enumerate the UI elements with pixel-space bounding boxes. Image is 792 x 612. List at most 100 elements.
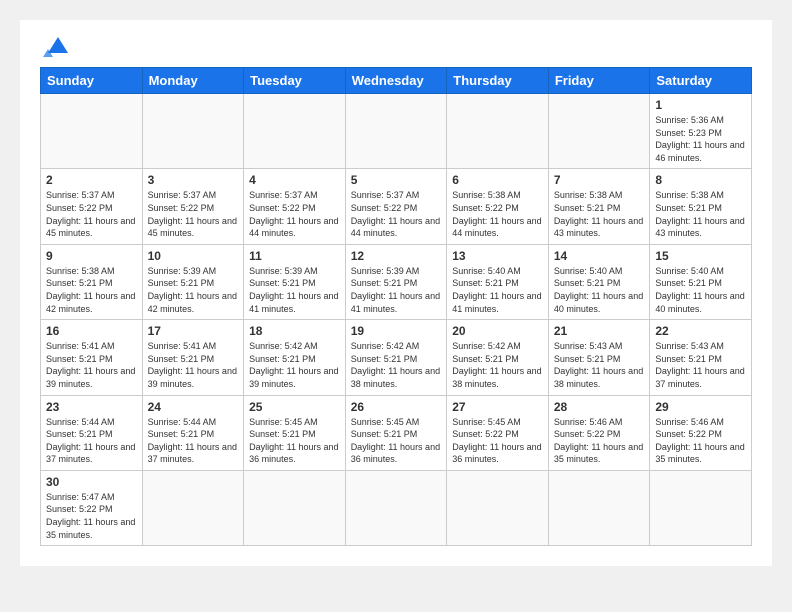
- calendar-cell: 13 Sunrise: 5:40 AM Sunset: 5:21 PM Dayli…: [447, 244, 549, 319]
- weekday-header-monday: Monday: [142, 68, 244, 94]
- calendar-cell: 8Sunrise: 5:38 AM Sunset: 5:21 PM Daylig…: [650, 169, 752, 244]
- day-number: 28: [554, 400, 645, 414]
- calendar-cell: [447, 94, 549, 169]
- calendar-week-3: 9 Sunrise: 5:38 AM Sunset: 5:21 PM Daylig…: [41, 244, 752, 319]
- day-info: Sunrise: 5:40 AM Sunset: 5:21 PM Dayligh…: [655, 265, 746, 315]
- calendar-week-1: 1 Sunrise: 5:36 AM Sunset: 5:23 PM Daylig…: [41, 94, 752, 169]
- calendar-cell: [142, 470, 244, 545]
- day-info: Sunrise: 5:38 AM Sunset: 5:21 PM Dayligh…: [554, 189, 645, 239]
- day-number: 17: [148, 324, 239, 338]
- calendar-cell: 24 Sunrise: 5:44 AM Sunset: 5:21 PM Dayli…: [142, 395, 244, 470]
- calendar-table: SundayMondayTuesdayWednesdayThursdayFrid…: [40, 67, 752, 546]
- day-info: Sunrise: 5:39 AM Sunset: 5:21 PM Dayligh…: [148, 265, 239, 315]
- calendar-cell: 25 Sunrise: 5:45 AM Sunset: 5:21 PM Dayli…: [244, 395, 346, 470]
- weekday-header-thursday: Thursday: [447, 68, 549, 94]
- calendar-cell: [244, 94, 346, 169]
- calendar-cell: 12 Sunrise: 5:39 AM Sunset: 5:21 PM Dayli…: [345, 244, 447, 319]
- day-number: 15: [655, 249, 746, 263]
- day-number: 12: [351, 249, 442, 263]
- day-info: Sunrise: 5:47 AM Sunset: 5:22 PM Dayligh…: [46, 491, 137, 541]
- calendar-cell: 10 Sunrise: 5:39 AM Sunset: 5:21 PM Dayli…: [142, 244, 244, 319]
- calendar-cell: 3 Sunrise: 5:37 AM Sunset: 5:22 PM Daylig…: [142, 169, 244, 244]
- calendar-cell: [41, 94, 143, 169]
- calendar-cell: [244, 470, 346, 545]
- day-number: 24: [148, 400, 239, 414]
- day-number: 7: [554, 173, 645, 187]
- logo-icon: [43, 35, 73, 57]
- calendar-cell: 2Sunrise: 5:37 AM Sunset: 5:22 PM Daylig…: [41, 169, 143, 244]
- calendar-cell: 16 Sunrise: 5:41 AM Sunset: 5:21 PM Dayli…: [41, 320, 143, 395]
- day-number: 6: [452, 173, 543, 187]
- logo-text: [40, 35, 73, 57]
- day-number: 13: [452, 249, 543, 263]
- calendar-cell: 28Sunrise: 5:46 AM Sunset: 5:22 PM Dayli…: [548, 395, 650, 470]
- weekday-header-wednesday: Wednesday: [345, 68, 447, 94]
- calendar-week-4: 16 Sunrise: 5:41 AM Sunset: 5:21 PM Dayli…: [41, 320, 752, 395]
- calendar-cell: 11 Sunrise: 5:39 AM Sunset: 5:21 PM Dayli…: [244, 244, 346, 319]
- day-number: 25: [249, 400, 340, 414]
- calendar-cell: [447, 470, 549, 545]
- calendar-cell: 7 Sunrise: 5:38 AM Sunset: 5:21 PM Daylig…: [548, 169, 650, 244]
- calendar-cell: 15 Sunrise: 5:40 AM Sunset: 5:21 PM Dayli…: [650, 244, 752, 319]
- day-info: Sunrise: 5:37 AM Sunset: 5:22 PM Dayligh…: [148, 189, 239, 239]
- day-info: Sunrise: 5:44 AM Sunset: 5:21 PM Dayligh…: [46, 416, 137, 466]
- calendar-cell: 14 Sunrise: 5:40 AM Sunset: 5:21 PM Dayli…: [548, 244, 650, 319]
- day-info: Sunrise: 5:38 AM Sunset: 5:21 PM Dayligh…: [46, 265, 137, 315]
- day-info: Sunrise: 5:40 AM Sunset: 5:21 PM Dayligh…: [554, 265, 645, 315]
- day-info: Sunrise: 5:45 AM Sunset: 5:21 PM Dayligh…: [351, 416, 442, 466]
- day-number: 5: [351, 173, 442, 187]
- day-number: 1: [655, 98, 746, 112]
- calendar-cell: [650, 470, 752, 545]
- day-number: 20: [452, 324, 543, 338]
- calendar-cell: 21Sunrise: 5:43 AM Sunset: 5:21 PM Dayli…: [548, 320, 650, 395]
- day-info: Sunrise: 5:39 AM Sunset: 5:21 PM Dayligh…: [351, 265, 442, 315]
- weekday-header-tuesday: Tuesday: [244, 68, 346, 94]
- day-number: 8: [655, 173, 746, 187]
- calendar-cell: 20Sunrise: 5:42 AM Sunset: 5:21 PM Dayli…: [447, 320, 549, 395]
- day-number: 10: [148, 249, 239, 263]
- calendar-cell: 29Sunrise: 5:46 AM Sunset: 5:22 PM Dayli…: [650, 395, 752, 470]
- day-number: 29: [655, 400, 746, 414]
- day-number: 3: [148, 173, 239, 187]
- calendar-cell: 17 Sunrise: 5:41 AM Sunset: 5:21 PM Dayli…: [142, 320, 244, 395]
- calendar-cell: 19Sunrise: 5:42 AM Sunset: 5:21 PM Dayli…: [345, 320, 447, 395]
- calendar-cell: 27Sunrise: 5:45 AM Sunset: 5:22 PM Dayli…: [447, 395, 549, 470]
- day-info: Sunrise: 5:40 AM Sunset: 5:21 PM Dayligh…: [452, 265, 543, 315]
- day-info: Sunrise: 5:37 AM Sunset: 5:22 PM Dayligh…: [249, 189, 340, 239]
- day-info: Sunrise: 5:37 AM Sunset: 5:22 PM Dayligh…: [46, 189, 137, 239]
- day-number: 14: [554, 249, 645, 263]
- calendar-cell: 22 Sunrise: 5:43 AM Sunset: 5:21 PM Dayli…: [650, 320, 752, 395]
- day-info: Sunrise: 5:41 AM Sunset: 5:21 PM Dayligh…: [46, 340, 137, 390]
- day-number: 9: [46, 249, 137, 263]
- day-info: Sunrise: 5:41 AM Sunset: 5:21 PM Dayligh…: [148, 340, 239, 390]
- day-info: Sunrise: 5:36 AM Sunset: 5:23 PM Dayligh…: [655, 114, 746, 164]
- weekday-header-saturday: Saturday: [650, 68, 752, 94]
- calendar-cell: 26 Sunrise: 5:45 AM Sunset: 5:21 PM Dayli…: [345, 395, 447, 470]
- day-number: 26: [351, 400, 442, 414]
- day-number: 27: [452, 400, 543, 414]
- calendar-cell: [548, 94, 650, 169]
- weekday-header-friday: Friday: [548, 68, 650, 94]
- calendar-cell: 9 Sunrise: 5:38 AM Sunset: 5:21 PM Daylig…: [41, 244, 143, 319]
- day-info: Sunrise: 5:43 AM Sunset: 5:21 PM Dayligh…: [655, 340, 746, 390]
- calendar-cell: 1 Sunrise: 5:36 AM Sunset: 5:23 PM Daylig…: [650, 94, 752, 169]
- header: [40, 35, 752, 57]
- calendar-week-5: 23 Sunrise: 5:44 AM Sunset: 5:21 PM Dayli…: [41, 395, 752, 470]
- day-info: Sunrise: 5:45 AM Sunset: 5:21 PM Dayligh…: [249, 416, 340, 466]
- day-number: 30: [46, 475, 137, 489]
- calendar-cell: [345, 470, 447, 545]
- day-number: 22: [655, 324, 746, 338]
- day-info: Sunrise: 5:38 AM Sunset: 5:22 PM Dayligh…: [452, 189, 543, 239]
- weekday-header-row: SundayMondayTuesdayWednesdayThursdayFrid…: [41, 68, 752, 94]
- day-number: 11: [249, 249, 340, 263]
- day-number: 23: [46, 400, 137, 414]
- day-info: Sunrise: 5:44 AM Sunset: 5:21 PM Dayligh…: [148, 416, 239, 466]
- day-info: Sunrise: 5:39 AM Sunset: 5:21 PM Dayligh…: [249, 265, 340, 315]
- day-number: 4: [249, 173, 340, 187]
- calendar-cell: 18Sunrise: 5:42 AM Sunset: 5:21 PM Dayli…: [244, 320, 346, 395]
- calendar-cell: 5Sunrise: 5:37 AM Sunset: 5:22 PM Daylig…: [345, 169, 447, 244]
- logo: [40, 35, 73, 57]
- day-number: 19: [351, 324, 442, 338]
- day-info: Sunrise: 5:43 AM Sunset: 5:21 PM Dayligh…: [554, 340, 645, 390]
- day-number: 16: [46, 324, 137, 338]
